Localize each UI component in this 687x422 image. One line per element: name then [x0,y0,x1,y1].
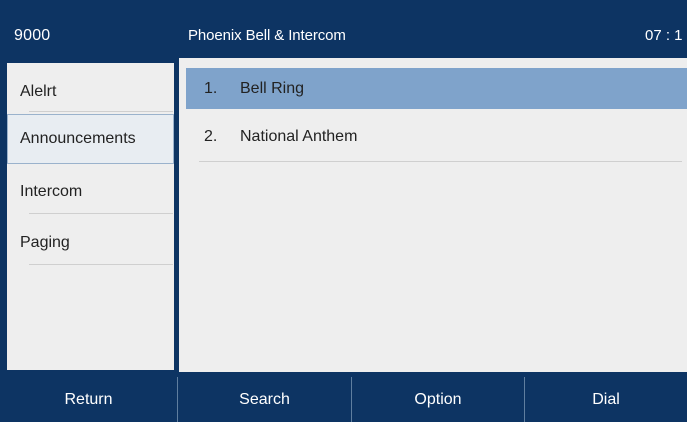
sidebar-item-label: Alelrt [20,83,57,100]
sidebar-item-label: Paging [20,234,70,251]
divider [29,213,173,214]
sidebar: Alelrt Announcements Intercom Paging [7,63,174,370]
sidebar-item-paging[interactable]: Paging [7,218,174,268]
content-area: Alelrt Announcements Intercom Paging 1. … [0,58,687,377]
softkey-bar: Return Search Option Dial [0,377,687,422]
dial-button-label: Dial [592,390,620,408]
divider [29,264,173,265]
list-item-national-anthem[interactable]: 2. National Anthem [186,116,687,157]
sidebar-item-announcements[interactable]: Announcements [7,114,174,164]
divider [29,111,173,112]
sidebar-item-intercom[interactable]: Intercom [7,167,174,217]
sidebar-item-label: Intercom [20,183,83,200]
list-item-bell-ring[interactable]: 1. Bell Ring [186,68,687,109]
dial-button[interactable]: Dial [525,377,687,422]
phone-screen: 9000 Phoenix Bell & Intercom 07 : 1 Alel… [0,0,687,422]
extension-number: 9000 [14,27,51,44]
page-title: Phoenix Bell & Intercom [188,27,346,44]
divider [199,161,682,162]
return-button[interactable]: Return [0,377,177,422]
clock-time: 07 : 1 [645,27,683,44]
list-item-label: National Anthem [240,127,358,145]
list-panel: 1. Bell Ring 2. National Anthem [179,58,687,372]
search-button[interactable]: Search [178,377,351,422]
list-item-label: Bell Ring [240,79,305,97]
list-item-number: 2. [204,127,218,145]
list-item-number: 1. [204,79,218,97]
option-button-label: Option [414,390,462,408]
option-button[interactable]: Option [352,377,524,422]
sidebar-item-label: Announcements [20,130,136,147]
search-button-label: Search [239,390,290,408]
return-button-label: Return [64,390,113,408]
status-bar: 9000 Phoenix Bell & Intercom 07 : 1 [0,0,687,58]
sidebar-item-alert[interactable]: Alelrt [7,67,174,117]
